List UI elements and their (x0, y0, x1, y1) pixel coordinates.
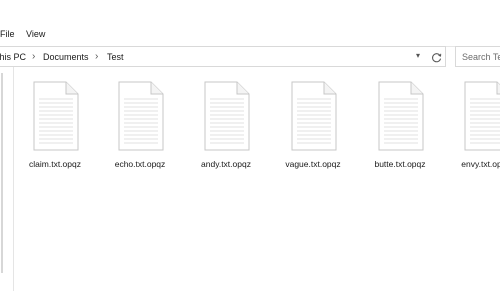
address-bar[interactable]: This PC › Documents › Test ▾ (0, 46, 446, 67)
search-box[interactable] (455, 46, 500, 67)
file-name: claim.txt.opqz (29, 159, 81, 169)
text-document-icon (204, 81, 250, 151)
file-item[interactable]: vague.txt.opqz (270, 78, 356, 178)
file-name: envy.txt.opqz (461, 159, 500, 169)
file-item[interactable]: echo.txt.opqz (97, 78, 183, 178)
file-item[interactable]: butte.txt.opqz (357, 78, 443, 178)
file-name: andy.txt.opqz (201, 159, 251, 169)
tab-view[interactable]: View (26, 29, 45, 39)
file-name: vague.txt.opqz (285, 159, 341, 169)
text-document-icon (378, 81, 424, 151)
file-grid: claim.txt.opqz echo.txt.opqz andy.txt.op… (0, 70, 500, 291)
file-name: butte.txt.opqz (374, 159, 426, 169)
text-document-icon (291, 81, 337, 151)
refresh-icon[interactable] (428, 49, 444, 65)
chevron-right-icon[interactable]: › (95, 51, 98, 62)
text-document-icon (33, 81, 79, 151)
file-item[interactable]: andy.txt.opqz (183, 78, 269, 178)
search-input[interactable] (462, 50, 500, 63)
chevron-right-icon[interactable]: › (32, 51, 35, 62)
ribbon-tabs: File View (0, 0, 500, 47)
breadcrumb-test[interactable]: Test (107, 52, 124, 62)
text-document-icon (118, 81, 164, 151)
tab-file[interactable]: File (0, 29, 15, 39)
breadcrumb-this-pc[interactable]: This PC (0, 52, 26, 62)
file-item[interactable]: envy.txt.opqz (443, 78, 500, 178)
text-document-icon (464, 81, 500, 151)
file-item[interactable]: claim.txt.opqz (12, 78, 98, 178)
breadcrumb-documents[interactable]: Documents (43, 52, 89, 62)
file-name: echo.txt.opqz (114, 159, 166, 169)
chevron-down-icon[interactable]: ▾ (416, 51, 420, 60)
